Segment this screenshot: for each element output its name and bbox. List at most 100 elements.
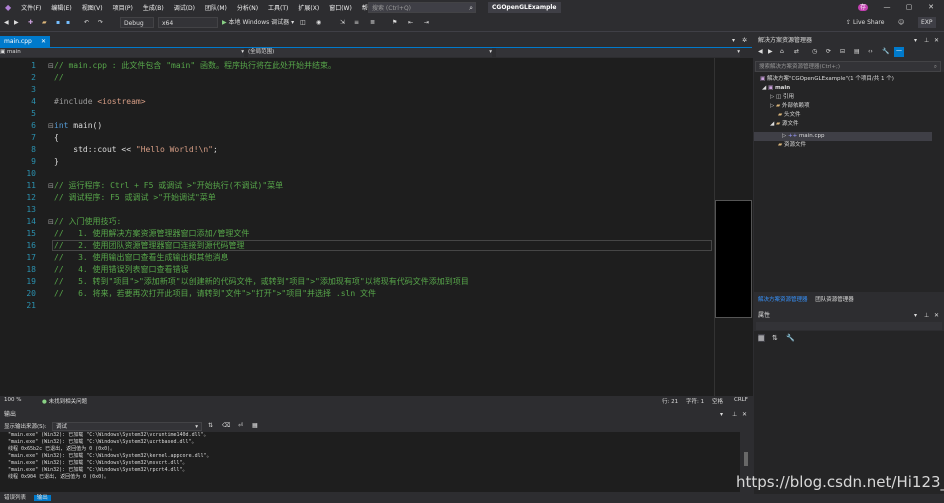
props-dropdown-icon[interactable]: ▾ bbox=[914, 311, 917, 321]
tab-output[interactable]: 输出 bbox=[33, 495, 51, 501]
se-dropdown-icon[interactable]: ▾ bbox=[914, 36, 917, 46]
undo-icon[interactable]: ↶ bbox=[84, 17, 89, 28]
se-switch-view-icon[interactable]: ⇄ bbox=[794, 48, 799, 55]
tree-main-cpp[interactable]: ▷ ++ main.cpp bbox=[782, 132, 824, 141]
property-pages-icon[interactable]: 🔧 bbox=[786, 334, 795, 342]
code-line[interactable]: std::cout << "Hello World!\n"; bbox=[54, 144, 218, 156]
se-back-icon[interactable]: ◀ bbox=[758, 48, 763, 55]
code-line[interactable]: // 运行程序: Ctrl + F5 或调试 >"开始执行(不调试)"菜单 bbox=[54, 180, 283, 192]
save-icon[interactable]: ▪ bbox=[56, 17, 60, 28]
se-pending-icon[interactable]: ◷ bbox=[812, 48, 817, 55]
scope-select[interactable]: ▣ main ▾ bbox=[0, 48, 244, 57]
search-input[interactable]: 搜索 (Ctrl+Q) ⌕ bbox=[368, 2, 476, 13]
config-select[interactable]: Debug bbox=[120, 17, 154, 28]
platform-select[interactable]: x64 bbox=[158, 17, 218, 28]
menu-debug[interactable]: 调试(D) bbox=[169, 3, 200, 12]
tab-team-explorer[interactable]: 团队资源管理器 bbox=[815, 297, 854, 303]
code-editor[interactable]: 1 // main.cpp : 此文件包含 "main" 函数。程序执行将在此处开… bbox=[0, 58, 714, 396]
minimize-button[interactable]: — bbox=[880, 1, 894, 14]
tree-references[interactable]: ▷ ◫ 引用 bbox=[770, 93, 794, 102]
output-text[interactable]: "main.exe" (Win32): 已加载 "C:\Windows\Syst… bbox=[0, 432, 740, 492]
minimap[interactable] bbox=[714, 58, 753, 396]
attach-icon[interactable]: ◫ bbox=[300, 17, 306, 28]
close-tab-icon[interactable]: ✕ bbox=[41, 36, 46, 47]
se-show-all-icon[interactable]: ▤ bbox=[854, 48, 860, 55]
se-collapse-icon[interactable]: ⊟ bbox=[840, 48, 845, 55]
maximize-button[interactable]: ▢ bbox=[902, 1, 916, 14]
se-forward-icon[interactable]: ▶ bbox=[768, 48, 773, 55]
properties-object-select[interactable] bbox=[756, 322, 942, 330]
tab-solution-explorer[interactable]: 解决方案资源管理器 bbox=[758, 297, 808, 303]
se-home-icon[interactable]: ⌂ bbox=[780, 48, 784, 55]
back-icon[interactable]: ◀ bbox=[4, 17, 9, 28]
tree-external-deps[interactable]: ▷ ▰ 外部依赖项 bbox=[770, 102, 809, 111]
user-avatar[interactable]: 存 bbox=[856, 1, 870, 14]
se-code-icon[interactable]: ‹› bbox=[868, 48, 873, 55]
tree-project-main[interactable]: ◢ ▣ main bbox=[762, 84, 790, 93]
minimap-viewport[interactable] bbox=[715, 200, 752, 318]
code-line[interactable]: // 入门使用技巧: bbox=[54, 216, 121, 228]
output-close-icon[interactable]: ✕ bbox=[742, 410, 747, 420]
code-line[interactable]: } bbox=[54, 156, 59, 168]
menu-build[interactable]: 生成(B) bbox=[138, 3, 169, 12]
format-icon[interactable]: ≡ bbox=[354, 17, 359, 28]
next-bookmark-icon[interactable]: ⇥ bbox=[424, 17, 429, 28]
feedback-icon[interactable]: ☺ bbox=[898, 17, 904, 28]
settings-icon[interactable]: ✲ bbox=[742, 37, 747, 44]
tree-solution[interactable]: ▣ 解决方案"CGOpenGLExample"(1 个项目/共 1 个) bbox=[760, 75, 894, 84]
menu-view[interactable]: 视图(V) bbox=[77, 3, 108, 12]
issues-indicator[interactable]: ● 未找到相关问题 bbox=[42, 397, 87, 405]
code-line[interactable]: // 3. 使用输出窗口查看生成输出和其他消息 bbox=[54, 252, 229, 264]
se-pin-icon[interactable]: ⊥ bbox=[924, 36, 929, 46]
code-line[interactable]: // 6. 将来，若要再次打开此项目，请转到"文件">"打开">"项目"并选择 … bbox=[54, 288, 376, 300]
code-line[interactable]: int main() bbox=[54, 120, 102, 132]
code-line[interactable]: // 1. 使用解决方案资源管理器窗口添加/管理文件 bbox=[54, 228, 249, 240]
comment-icon[interactable]: ≣ bbox=[370, 17, 375, 28]
run-debugger-button[interactable]: ▶ 本地 Windows 调试器 ▾ bbox=[222, 17, 294, 28]
output-pin-icon[interactable]: ⊥ bbox=[732, 410, 737, 420]
tree-source-files[interactable]: ◢ ▰ 源文件 bbox=[770, 120, 798, 129]
se-preview-icon[interactable]: — bbox=[894, 47, 904, 57]
menu-file[interactable]: 文件(F) bbox=[16, 3, 46, 12]
se-sync-icon[interactable]: ⟳ bbox=[826, 48, 831, 55]
menu-analyze[interactable]: 分析(N) bbox=[232, 3, 263, 12]
save-all-icon[interactable]: ▪ bbox=[66, 17, 70, 28]
code-line[interactable]: { bbox=[54, 132, 59, 144]
code-line[interactable]: // bbox=[54, 72, 64, 84]
find-icon[interactable]: ⇅ bbox=[208, 422, 213, 429]
props-pin-icon[interactable]: ⊥ bbox=[924, 311, 929, 321]
new-item-icon[interactable]: ✚ bbox=[28, 17, 33, 28]
code-line[interactable]: // 5. 转到"项目">"添加新项"以创建新的代码文件，或转到"项目">"添加… bbox=[54, 276, 469, 288]
menu-team[interactable]: 团队(M) bbox=[200, 3, 232, 12]
menu-window[interactable]: 窗口(W) bbox=[324, 3, 357, 12]
open-folder-icon[interactable]: ▰ bbox=[42, 17, 47, 28]
global-scope-select[interactable]: (全局范围) ▾ bbox=[248, 48, 492, 57]
se-close-icon[interactable]: ✕ bbox=[934, 36, 939, 46]
zoom-level[interactable]: 100 % bbox=[4, 397, 21, 403]
word-wrap-icon[interactable]: ⏎ bbox=[238, 422, 243, 429]
fold-toggle-icon[interactable]: ⊟ bbox=[48, 180, 54, 192]
menu-edit[interactable]: 编辑(E) bbox=[46, 3, 76, 12]
bookmark-icon[interactable]: ⚑ bbox=[392, 17, 397, 28]
output-scroll-thumb[interactable] bbox=[744, 452, 748, 466]
clear-icon[interactable]: ⌫ bbox=[222, 422, 230, 429]
step-icon[interactable]: ⇲ bbox=[340, 17, 345, 28]
code-line[interactable]: // main.cpp : 此文件包含 "main" 函数。程序执行将在此处开始… bbox=[54, 60, 336, 72]
tab-main-cpp[interactable]: main.cpp ✕ bbox=[0, 36, 50, 47]
close-button[interactable]: ✕ bbox=[924, 1, 938, 14]
fold-toggle-icon[interactable]: ⊟ bbox=[48, 60, 54, 72]
fold-toggle-icon[interactable]: ⊟ bbox=[48, 216, 54, 228]
alphabetical-icon[interactable]: ⇅ bbox=[772, 334, 778, 342]
output-dropdown-icon[interactable]: ▾ bbox=[720, 410, 723, 420]
menu-project[interactable]: 项目(P) bbox=[108, 3, 138, 12]
output-source-select[interactable]: 调试 ▾ bbox=[52, 422, 202, 431]
fold-toggle-icon[interactable]: ⊟ bbox=[48, 120, 54, 132]
tree-header-files[interactable]: ▰ 头文件 bbox=[778, 111, 801, 120]
tree-resource-files[interactable]: ▰ 资源文件 bbox=[778, 141, 806, 150]
forward-icon[interactable]: ▶ bbox=[14, 17, 19, 28]
toggle-icon[interactable]: ▦ bbox=[252, 422, 258, 429]
menu-extensions[interactable]: 扩展(X) bbox=[293, 3, 324, 12]
se-properties-icon[interactable]: 🔧 bbox=[882, 48, 889, 55]
menu-tools[interactable]: 工具(T) bbox=[263, 3, 293, 12]
code-line[interactable]: // 4. 使用错误列表窗口查看错误 bbox=[54, 264, 189, 276]
